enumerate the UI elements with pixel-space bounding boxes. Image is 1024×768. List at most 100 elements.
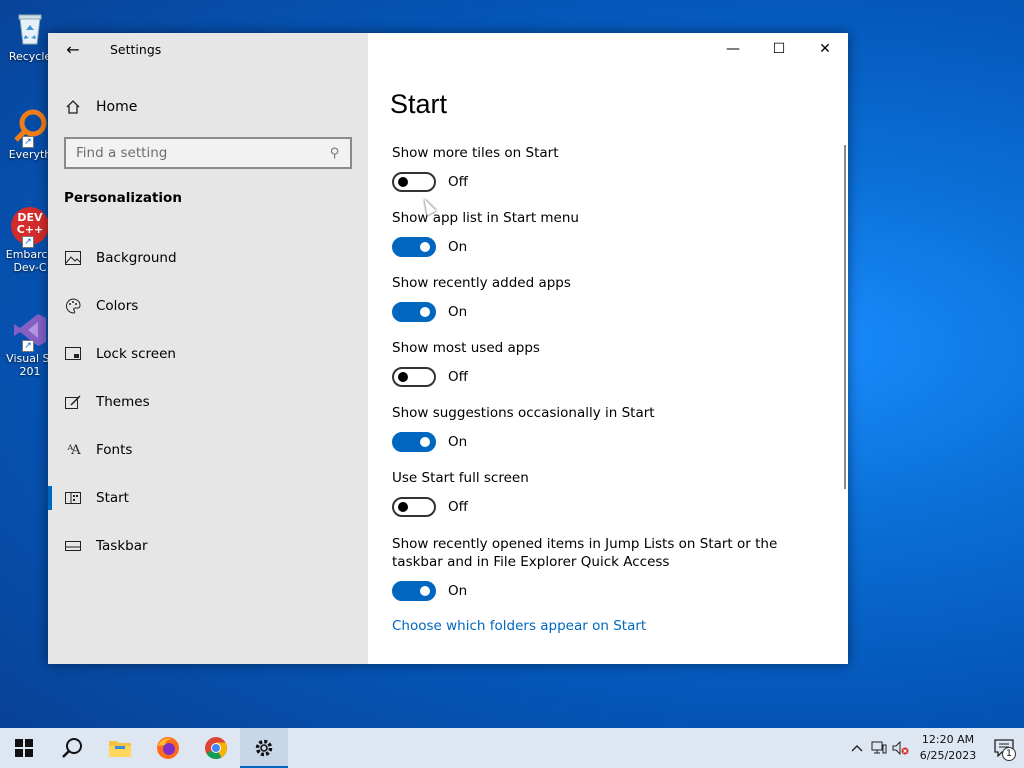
themes-icon bbox=[64, 393, 82, 411]
setting-app-list: Show app list in Start menu On bbox=[392, 209, 812, 257]
setting-label: Show recently added apps bbox=[392, 275, 571, 291]
toggle-switch[interactable] bbox=[392, 367, 436, 387]
search-icon[interactable]: ⚲ bbox=[330, 146, 340, 161]
search-button[interactable] bbox=[48, 728, 96, 768]
toggle-state: On bbox=[448, 583, 468, 599]
settings-sidebar: ← Settings Home Find a setting ⚲ Persona… bbox=[48, 33, 368, 664]
sidebar-item-taskbar[interactable]: Taskbar bbox=[48, 522, 368, 570]
sidebar-item-colors[interactable]: Colors bbox=[48, 282, 368, 330]
setting-more-tiles: Show more tiles on Start Off bbox=[392, 144, 812, 192]
back-arrow-icon[interactable]: ← bbox=[62, 39, 84, 61]
clock-date: 6/25/2023 bbox=[919, 749, 977, 762]
devcpp-badge-text: DEV C++ bbox=[16, 211, 44, 236]
settings-window: ← Settings Home Find a setting ⚲ Persona… bbox=[48, 33, 848, 664]
toggle-knob bbox=[420, 437, 430, 447]
nav-home[interactable]: Home bbox=[64, 95, 137, 119]
toggle-switch[interactable] bbox=[392, 302, 436, 322]
clock-time: 12:20 AM bbox=[921, 733, 975, 746]
toggle-switch[interactable] bbox=[392, 432, 436, 452]
fonts-icon: ᴬA bbox=[67, 442, 80, 458]
minimize-button[interactable]: — bbox=[710, 33, 756, 65]
toggle-knob bbox=[398, 502, 408, 512]
toggle-switch[interactable] bbox=[392, 237, 436, 257]
sidebar-item-label: Fonts bbox=[96, 442, 133, 458]
toggle-knob bbox=[420, 586, 430, 596]
setting-label: Show most used apps bbox=[392, 340, 540, 356]
sidebar-item-background[interactable]: Background bbox=[48, 234, 368, 282]
sidebar-item-label: Lock screen bbox=[96, 346, 176, 362]
chrome-button[interactable] bbox=[192, 728, 240, 768]
taskbar-icon bbox=[64, 537, 82, 555]
setting-label: Show recently opened items in Jump Lists… bbox=[392, 536, 778, 570]
shortcut-arrow-icon: ↗ bbox=[22, 340, 34, 352]
toggle-switch[interactable] bbox=[392, 497, 436, 517]
volume-muted-icon[interactable] bbox=[890, 728, 912, 768]
window-controls: — ☐ ✕ bbox=[710, 33, 848, 65]
toggle-knob bbox=[420, 242, 430, 252]
sidebar-item-fonts[interactable]: ᴬA Fonts bbox=[48, 426, 368, 474]
notification-badge: 1 bbox=[1002, 747, 1016, 761]
settings-taskbar-button[interactable] bbox=[240, 728, 288, 768]
toggle-knob bbox=[398, 177, 408, 187]
chrome-icon bbox=[205, 737, 227, 759]
notification-center-button[interactable]: 1 bbox=[984, 728, 1024, 768]
maximize-button[interactable]: ☐ bbox=[756, 33, 802, 65]
setting-label: Show suggestions occasionally in Start bbox=[392, 405, 655, 421]
page-title: Start bbox=[390, 89, 448, 119]
setting-suggestions: Show suggestions occasionally in Start O… bbox=[392, 404, 812, 452]
sidebar-item-label: Taskbar bbox=[96, 538, 148, 554]
toggle-state: On bbox=[448, 239, 468, 255]
setting-label: Use Start full screen bbox=[392, 470, 529, 486]
nav-home-label: Home bbox=[96, 99, 138, 115]
firefox-button[interactable] bbox=[144, 728, 192, 768]
folder-icon bbox=[109, 741, 131, 757]
start-button[interactable] bbox=[0, 728, 48, 768]
sidebar-item-label: Colors bbox=[96, 298, 139, 314]
setting-label: Show app list in Start menu bbox=[392, 210, 579, 226]
setting-label: Show more tiles on Start bbox=[392, 145, 559, 161]
choose-folders-link[interactable]: Choose which folders appear on Start bbox=[392, 618, 646, 634]
lock-screen-icon bbox=[64, 345, 82, 363]
settings-content: — ☐ ✕ Start Show more tiles on Start Off… bbox=[368, 33, 848, 664]
setting-recently-added: Show recently added apps On bbox=[392, 274, 812, 322]
sidebar-item-themes[interactable]: Themes bbox=[48, 378, 368, 426]
recycle-bin-icon bbox=[10, 8, 50, 48]
toggle-switch[interactable] bbox=[392, 172, 436, 192]
section-title: Personalization bbox=[64, 190, 182, 206]
search-icon bbox=[62, 738, 82, 758]
toggle-knob bbox=[420, 307, 430, 317]
sidebar-item-lock-screen[interactable]: Lock screen bbox=[48, 330, 368, 378]
toggle-state: On bbox=[448, 434, 468, 450]
sidebar-item-label: Background bbox=[96, 250, 177, 266]
chevron-up-icon[interactable] bbox=[846, 728, 868, 768]
scrollbar[interactable] bbox=[844, 145, 846, 489]
find-setting-search[interactable]: Find a setting ⚲ bbox=[64, 137, 352, 169]
sidebar-item-start[interactable]: Start bbox=[48, 474, 368, 522]
toggle-state: On bbox=[448, 304, 468, 320]
network-icon[interactable] bbox=[868, 728, 890, 768]
personalization-nav: Background Colors Lock screen Themes ᴬA … bbox=[48, 234, 368, 570]
window-title: Settings bbox=[110, 42, 162, 57]
setting-most-used: Show most used apps Off bbox=[392, 339, 812, 387]
toggle-knob bbox=[398, 372, 408, 382]
close-button[interactable]: ✕ bbox=[802, 33, 848, 65]
home-icon bbox=[64, 98, 82, 116]
windows-logo-icon bbox=[15, 739, 33, 757]
picture-icon bbox=[64, 249, 82, 267]
shortcut-arrow-icon: ↗ bbox=[22, 236, 34, 248]
file-explorer-button[interactable] bbox=[96, 728, 144, 768]
visual-studio-icon: ↗ bbox=[10, 310, 50, 352]
setting-jump-lists: Show recently opened items in Jump Lists… bbox=[392, 535, 802, 601]
taskbar: 12:20 AM 6/25/2023 1 bbox=[0, 728, 1024, 768]
sidebar-item-label: Themes bbox=[96, 394, 150, 410]
shortcut-arrow-icon: ↗ bbox=[22, 136, 34, 148]
palette-icon bbox=[64, 297, 82, 315]
gear-icon bbox=[255, 739, 273, 757]
search-input[interactable]: Find a setting bbox=[76, 145, 330, 161]
clock[interactable]: 12:20 AM 6/25/2023 bbox=[912, 732, 984, 764]
setting-full-screen: Use Start full screen Off bbox=[392, 469, 812, 517]
everything-search-icon: ↗ bbox=[10, 106, 50, 148]
devcpp-icon: DEV C++ ↗ bbox=[10, 206, 50, 248]
toggle-switch[interactable] bbox=[392, 581, 436, 601]
sidebar-item-label: Start bbox=[96, 490, 129, 506]
